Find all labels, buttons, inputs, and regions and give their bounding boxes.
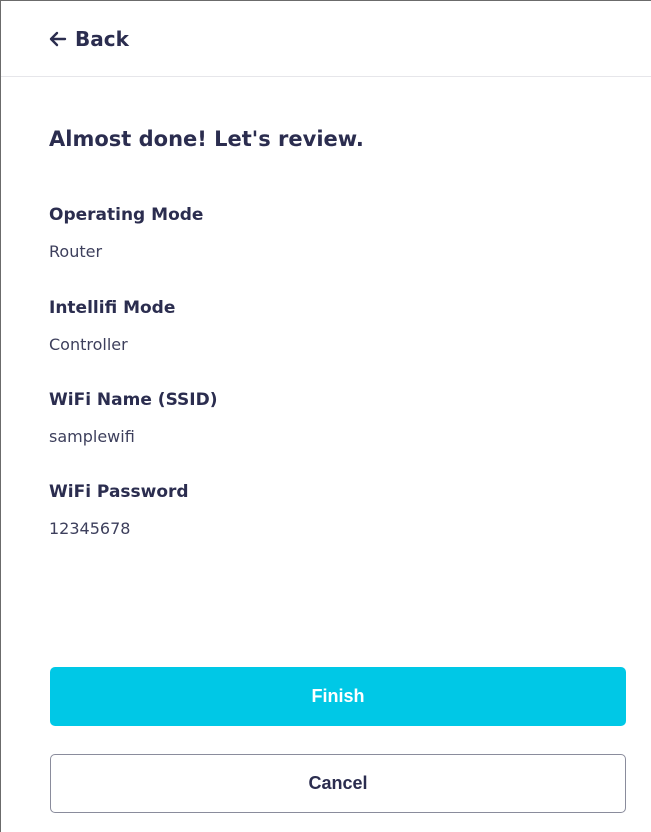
finish-button[interactable]: Finish (50, 667, 626, 726)
review-label: Operating Mode (49, 205, 204, 225)
arrow-left-icon (49, 31, 67, 47)
review-label: WiFi Name (SSID) (49, 390, 218, 410)
review-value: Router (49, 242, 103, 261)
review-item-wifi-password: WiFi Password 12345678 (49, 482, 189, 538)
review-item-operating-mode: Operating Mode Router (49, 205, 203, 261)
back-button[interactable]: Back (49, 27, 129, 51)
review-item-intellifi-mode: Intellifi Mode Controller (49, 298, 175, 354)
review-value: samplewifi (49, 427, 135, 446)
setup-panel: Back Almost done! Let's review. Operatin… (0, 0, 651, 832)
cancel-button[interactable]: Cancel (50, 754, 626, 813)
review-label: Intellifi Mode (49, 298, 176, 318)
page-title: Almost done! Let's review. (49, 127, 364, 151)
review-value: 12345678 (49, 519, 131, 538)
review-label: WiFi Password (49, 482, 189, 502)
review-value: Controller (49, 335, 128, 354)
review-item-wifi-name: WiFi Name (SSID) samplewifi (49, 390, 218, 446)
back-label: Back (75, 27, 129, 51)
header-bar: Back (1, 1, 651, 77)
